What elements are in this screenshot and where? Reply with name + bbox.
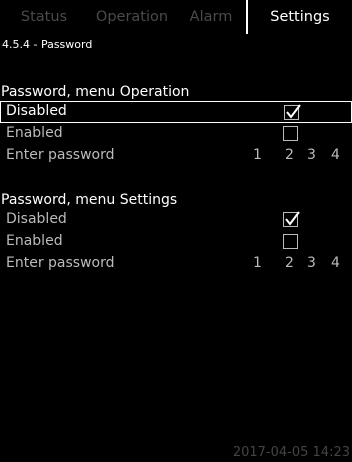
- password-digit[interactable]: 2: [285, 147, 294, 163]
- option-label: Enabled: [6, 233, 63, 249]
- tab-operation[interactable]: Operation: [88, 0, 176, 34]
- operation-disabled-row[interactable]: Disabled: [0, 101, 352, 123]
- option-label: Enabled: [6, 125, 63, 141]
- password-digit[interactable]: 3: [307, 147, 316, 163]
- checkmark-icon: [285, 211, 300, 226]
- checkbox-unchecked[interactable]: [283, 234, 298, 249]
- tab-settings[interactable]: Settings: [246, 0, 352, 34]
- operation-password-row[interactable]: Enter password 1 2 3 4: [0, 145, 352, 167]
- section-title-operation: Password, menu Operation: [1, 84, 190, 100]
- operation-enabled-row[interactable]: Enabled: [0, 123, 352, 145]
- password-digit[interactable]: 4: [331, 255, 340, 271]
- tab-bar: Status Operation Alarm Settings: [0, 0, 352, 34]
- settings-password-row[interactable]: Enter password 1 2 3 4: [0, 253, 352, 275]
- password-digit[interactable]: 2: [285, 255, 294, 271]
- password-label: Enter password: [6, 147, 115, 163]
- tab-alarm[interactable]: Alarm: [176, 0, 246, 34]
- breadcrumb: 4.5.4 - Password: [2, 38, 93, 51]
- checkbox-checked[interactable]: [284, 104, 301, 120]
- password-digit[interactable]: 3: [307, 255, 316, 271]
- settings-disabled-row[interactable]: Disabled: [0, 209, 352, 231]
- settings-enabled-row[interactable]: Enabled: [0, 231, 352, 253]
- option-label: Disabled: [6, 103, 67, 119]
- section-title-settings: Password, menu Settings: [1, 192, 178, 208]
- checkbox-checked[interactable]: [283, 211, 300, 227]
- option-label: Disabled: [6, 211, 67, 227]
- checkmark-icon: [286, 104, 301, 119]
- tab-status[interactable]: Status: [0, 0, 88, 34]
- timestamp: 2017-04-05 14:23: [232, 445, 350, 460]
- password-digit[interactable]: 1: [253, 255, 262, 271]
- password-digit[interactable]: 1: [253, 147, 262, 163]
- checkbox-unchecked[interactable]: [283, 126, 298, 141]
- password-label: Enter password: [6, 255, 115, 271]
- password-digit[interactable]: 4: [331, 147, 340, 163]
